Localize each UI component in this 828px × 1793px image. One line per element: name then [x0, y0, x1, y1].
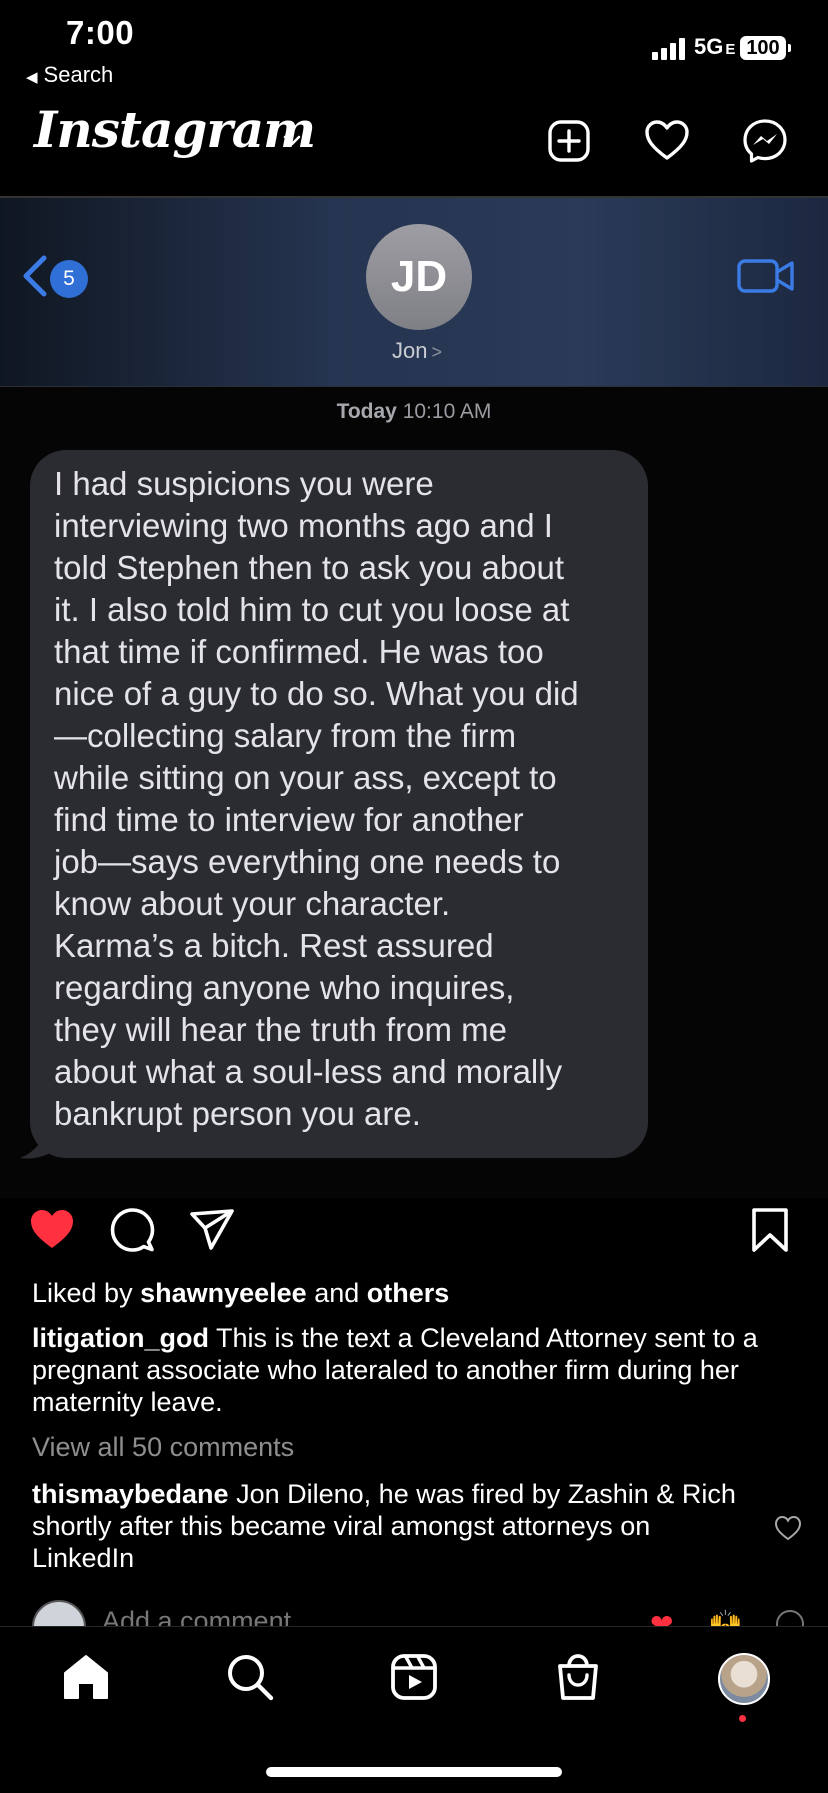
heart-icon[interactable]	[644, 118, 690, 164]
unread-count-badge: 5	[50, 260, 88, 298]
home-indicator[interactable]	[266, 1767, 562, 1777]
network-indicator: 5G E	[694, 34, 736, 59]
message-header: 5 JD Jon >	[0, 198, 828, 387]
shopping-bag-icon	[558, 1654, 598, 1700]
like-button[interactable]	[28, 1206, 76, 1254]
post-caption: litigation_god This is the text a Clevel…	[32, 1322, 802, 1418]
comment-item: thismaybedane Jon Dileno, he was fired b…	[32, 1478, 742, 1574]
post-image[interactable]: 5 JD Jon > Today 10:10 AM I had suspicion…	[0, 196, 828, 1198]
info-icon[interactable]	[776, 1610, 804, 1626]
back-label: Search	[43, 62, 114, 87]
comment-button[interactable]	[108, 1206, 156, 1254]
user-avatar	[32, 1600, 86, 1626]
add-icon[interactable]	[546, 118, 592, 164]
quick-reaction-hands[interactable]: 🙌	[708, 1608, 743, 1626]
messenger-icon[interactable]	[742, 118, 788, 164]
send-icon	[190, 1209, 234, 1250]
comment-like-icon[interactable]	[774, 1514, 802, 1542]
profile-tab[interactable]	[718, 1653, 770, 1705]
search-tab[interactable]	[224, 1651, 276, 1703]
likes-summary[interactable]: Liked by shawnyeelee and others	[32, 1278, 449, 1309]
heart-filled-icon	[31, 1210, 73, 1248]
back-triangle-icon: ◀	[26, 69, 38, 86]
likers-others-link[interactable]: others	[367, 1278, 450, 1308]
share-button[interactable]	[188, 1206, 236, 1254]
view-all-comments-link[interactable]: View all 50 comments	[32, 1432, 294, 1463]
message-timestamp: Today 10:10 AM	[336, 400, 492, 423]
caption-username[interactable]: litigation_god	[32, 1323, 209, 1353]
reels-icon	[391, 1654, 437, 1700]
instagram-logo[interactable]: Instagram	[34, 100, 316, 159]
status-time: 7:00	[66, 14, 135, 51]
shop-tab[interactable]	[552, 1651, 604, 1703]
add-comment-input[interactable]: Add a comment…	[102, 1606, 318, 1626]
contact-avatar: JD	[366, 224, 472, 330]
video-call-icon	[737, 259, 794, 293]
comment-icon	[110, 1208, 155, 1252]
signal-strength-icon	[652, 36, 685, 60]
quick-reaction-heart[interactable]: ❤	[650, 1608, 673, 1626]
notification-dot	[739, 1715, 746, 1722]
chevron-right-icon: >	[431, 342, 442, 362]
battery-indicator: 100	[740, 36, 791, 60]
add-comment-row[interactable]: Add a comment… ❤ 🙌	[0, 1596, 828, 1626]
search-icon	[228, 1655, 274, 1701]
comment-username[interactable]: thismaybedane	[32, 1479, 229, 1509]
save-button[interactable]	[746, 1206, 794, 1254]
chevron-down-icon[interactable]	[280, 128, 304, 152]
liker-username[interactable]: shawnyeelee	[140, 1278, 307, 1308]
reels-tab[interactable]	[388, 1651, 440, 1703]
home-icon	[64, 1655, 108, 1699]
back-to-search-link[interactable]: ◀ Search	[26, 62, 113, 88]
message-text: I had suspicions you were interviewing t…	[54, 465, 579, 1132]
back-chevron-icon	[23, 255, 47, 297]
contact-name: Jon >	[392, 338, 442, 363]
home-tab[interactable]	[60, 1651, 112, 1703]
bookmark-icon	[752, 1208, 788, 1252]
